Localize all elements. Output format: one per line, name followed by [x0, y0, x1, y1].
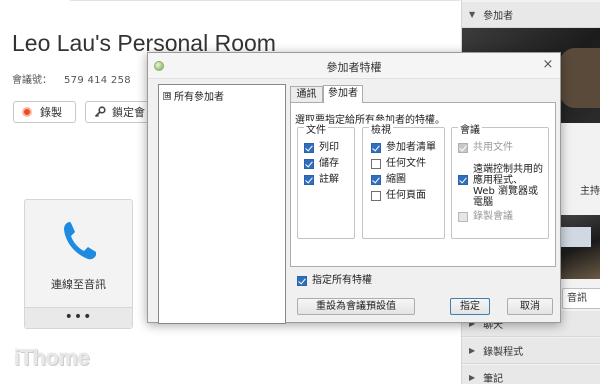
- checkbox-label: 任何文件: [386, 158, 426, 169]
- connect-audio-label: 連線至音訊: [51, 278, 106, 291]
- checkbox-label: 參加者清單: [386, 142, 436, 153]
- group-title: 會議: [458, 121, 482, 136]
- panel-section-recorder[interactable]: ▶ 錄製程式: [462, 338, 600, 364]
- collapse-triangle-icon: ▼: [469, 10, 476, 19]
- checkbox-save[interactable]: 儲存: [304, 158, 339, 169]
- panel-section-label: 錄製程式: [483, 347, 524, 358]
- phone-icon: [64, 222, 96, 260]
- checkbox-share-documents: 共用文件: [458, 142, 513, 153]
- participant-privileges-dialog: 參加者特權 × ⊞ 所有參加者 通訊 參加者 選取要指定給所有參加者的特權。 文…: [147, 52, 561, 324]
- checkbox-any-page[interactable]: 任何頁面: [371, 190, 426, 201]
- tree-item-label: 所有參加者: [174, 92, 224, 103]
- checkbox-checked-icon: [297, 276, 307, 286]
- key-icon: [94, 106, 106, 118]
- video-thumbnail: [557, 215, 600, 279]
- checkbox-participant-list[interactable]: 參加者清單: [371, 142, 436, 153]
- checkbox-checked-icon: [304, 159, 314, 169]
- tab-panel-participants: 選取要指定給所有參加者的特權。 文件 列印 儲存 註解 檢視 參加者清單 任何文…: [290, 102, 556, 267]
- dialog-titlebar[interactable]: 參加者特權 ×: [148, 53, 560, 79]
- cancel-button[interactable]: 取消: [507, 298, 553, 315]
- record-button[interactable]: 錄製: [13, 101, 76, 123]
- checkbox-checked-icon: [371, 143, 381, 153]
- checkbox-annotate[interactable]: 註解: [304, 174, 339, 185]
- more-options-button[interactable]: •••: [25, 307, 132, 328]
- checkbox-label: 儲存: [319, 158, 339, 169]
- tab-participants[interactable]: 參加者: [323, 85, 363, 103]
- checkbox-print[interactable]: 列印: [304, 142, 339, 153]
- panel-section-notes[interactable]: ▶ 筆記: [462, 365, 600, 384]
- participant-tree[interactable]: ⊞ 所有參加者: [158, 84, 286, 324]
- panel-section-label: 參加者: [483, 11, 514, 22]
- group-meeting: 會議 共用文件 遠端控制共用的應用程式、Web 瀏覽器或電腦 錄製會議: [451, 121, 549, 239]
- tab-communication[interactable]: 通訊: [290, 86, 323, 102]
- checkbox-unchecked-disabled-icon: [458, 212, 468, 222]
- checkbox-checked-icon: [458, 175, 468, 185]
- dialog-title: 參加者特權: [326, 61, 382, 74]
- checkbox-checked-icon: [304, 143, 314, 153]
- panel-section-participants[interactable]: ▼ 參加者: [462, 2, 600, 28]
- close-icon[interactable]: ×: [540, 57, 556, 73]
- record-label: 錄製: [40, 106, 62, 119]
- checkbox-label: 註解: [319, 174, 339, 185]
- lock-meeting-label: 鎖定會: [112, 106, 145, 119]
- checkbox-remote-control[interactable]: 遠端控制共用的應用程式、Web 瀏覽器或電腦: [458, 164, 543, 208]
- meeting-number-value: 579 414 258: [64, 75, 131, 86]
- reset-to-defaults-button[interactable]: 重設為會議預設值: [297, 298, 415, 315]
- expand-triangle-icon: ▶: [469, 373, 476, 382]
- checkbox-thumbnails[interactable]: 縮圖: [371, 174, 406, 185]
- checkbox-any-document[interactable]: 任何文件: [371, 158, 426, 169]
- expand-triangle-icon: ▶: [469, 346, 476, 355]
- top-divider: [70, 0, 460, 4]
- expand-icon[interactable]: ⊞: [163, 91, 171, 100]
- checkbox-checked-icon: [304, 175, 314, 185]
- record-icon: [22, 107, 32, 117]
- checkbox-label: 錄製會議: [473, 211, 513, 222]
- group-title: 文件: [304, 121, 328, 136]
- checkbox-label: 遠端控制共用的應用程式、Web 瀏覽器或電腦: [473, 164, 543, 208]
- checkbox-checked-icon: [371, 175, 381, 185]
- meeting-number-label: 會議號：: [12, 75, 52, 86]
- panel-section-label: 筆記: [483, 374, 504, 384]
- checkbox-label: 列印: [319, 142, 339, 153]
- checkbox-assign-all-privileges[interactable]: 指定所有特權: [297, 275, 372, 286]
- host-label: 主持人, 我: [580, 186, 600, 197]
- meeting-number: 會議號： 579 414 258: [12, 71, 131, 86]
- checkbox-label: 共用文件: [473, 142, 513, 153]
- tree-item-all-participants[interactable]: ⊞ 所有參加者: [163, 88, 224, 103]
- assign-button[interactable]: 指定: [450, 298, 490, 315]
- checkbox-record-meeting: 錄製會議: [458, 211, 513, 222]
- group-view: 檢視 參加者清單 任何文件 縮圖 任何頁面: [362, 121, 445, 239]
- group-title: 檢視: [369, 121, 393, 136]
- checkbox-label: 指定所有特權: [312, 275, 372, 286]
- checkbox-label: 任何頁面: [386, 190, 426, 201]
- checkbox-label: 縮圖: [386, 174, 406, 185]
- checkbox-checked-disabled-icon: [458, 143, 468, 153]
- checkbox-unchecked-icon: [371, 191, 381, 201]
- connect-audio-card[interactable]: 連線至音訊 •••: [24, 199, 133, 329]
- checkbox-unchecked-icon: [371, 159, 381, 169]
- audio-button[interactable]: 音訊: [562, 288, 600, 309]
- watermark-logo: iThome: [14, 345, 90, 370]
- group-document: 文件 列印 儲存 註解: [297, 121, 355, 239]
